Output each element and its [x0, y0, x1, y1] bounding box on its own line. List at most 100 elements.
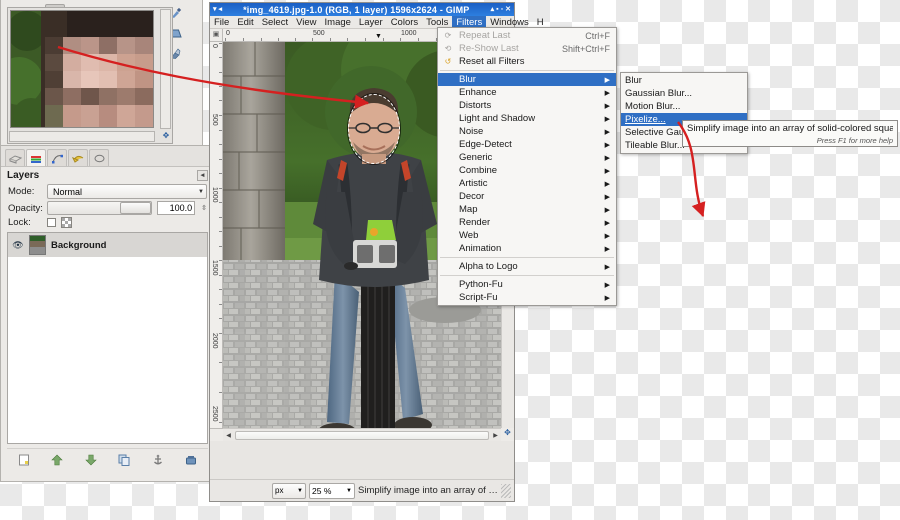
opacity-stepper[interactable]: ⇳ — [201, 204, 207, 212]
image-statusbar: px ▼ 25 % ▼ Simplify image into an array… — [210, 479, 514, 501]
layer-visibility-icon[interactable]: 👁 — [12, 240, 24, 251]
vertical-ruler[interactable]: 0 500 1000 1500 2000 2500 — [210, 42, 223, 428]
hscroll-thumb[interactable] — [235, 430, 489, 440]
anchor-layer-button[interactable] — [148, 451, 167, 468]
minimize-icon[interactable]: ▴ — [491, 6, 495, 13]
vruler-tick-2000: 2000 — [211, 333, 218, 349]
menu-item-decor[interactable]: Decor ▶ — [438, 190, 616, 203]
menu-layer[interactable]: Layer — [355, 16, 387, 28]
opacity-label: Opacity: — [8, 202, 43, 214]
menu-item-gaussian-blur[interactable]: Gaussian Blur... — [621, 87, 747, 100]
restore-icon[interactable]: ▪ — [496, 6, 498, 13]
menu-item-noise[interactable]: Noise ▶ — [438, 125, 616, 138]
submenu-arrow-icon: ▶ — [604, 232, 610, 240]
filters-menu: ⟳ Repeat Last Ctrl+F ⟲ Re-Show Last Shif… — [437, 27, 617, 306]
image-window-titlebar[interactable]: ▾ ◂ *img_4619.jpg-1.0 (RGB, 1 layer) 159… — [210, 3, 514, 16]
window-resize-grip[interactable] — [501, 483, 511, 498]
maximize-icon[interactable]: ▫ — [501, 6, 503, 13]
canvas-horizontal-scrollbar[interactable]: ◀ ▶ — [223, 428, 501, 441]
menu-item-blur[interactable]: Blur ▶ — [438, 73, 616, 86]
vruler-tick-1500: 1500 — [211, 260, 218, 276]
menu-select[interactable]: Select — [258, 16, 292, 28]
lower-layer-button[interactable] — [81, 451, 100, 468]
menu-separator — [440, 257, 614, 258]
lock-pixels-checkbox[interactable] — [47, 218, 56, 227]
submenu-arrow-icon: ▶ — [604, 219, 610, 227]
layer-mode-select[interactable]: Normal ▼ — [47, 184, 207, 199]
chevron-down-icon: ▼ — [346, 487, 352, 494]
menu-view[interactable]: View — [292, 16, 320, 28]
submenu-arrow-icon: ▶ — [604, 141, 610, 149]
lock-alpha-checkbox[interactable] — [61, 217, 72, 228]
menu-item-script-fu[interactable]: Script-Fu ▶ — [438, 291, 616, 304]
preview-vertical-scrollbar[interactable] — [160, 9, 171, 129]
delete-layer-button[interactable] — [182, 451, 201, 468]
selection-tab[interactable] — [89, 149, 109, 166]
raise-layer-button[interactable] — [48, 451, 67, 468]
layers-tab[interactable] — [26, 149, 46, 166]
menu-item-blur[interactable]: Blur — [621, 74, 747, 87]
preview-navigate-icon[interactable]: ✥ — [160, 131, 172, 143]
pixelize-preview-area[interactable]: ✥ — [7, 7, 173, 144]
paths-tab[interactable] — [47, 149, 67, 166]
menu-item-distorts[interactable]: Distorts ▶ — [438, 99, 616, 112]
menu-item-map[interactable]: Map ▶ — [438, 203, 616, 216]
hruler-tick-500: 500 — [313, 30, 325, 37]
dock-menu-button[interactable]: ◂ — [197, 170, 208, 181]
ruler-origin-button[interactable]: ▣ — [210, 29, 223, 42]
unit-value: px — [275, 486, 284, 495]
menu-file[interactable]: File — [210, 16, 233, 28]
menu-item-web[interactable]: Web ▶ — [438, 229, 616, 242]
close-icon[interactable]: ✕ — [505, 6, 511, 13]
layer-lock-row: Lock: — [1, 216, 213, 229]
tooltip-text: Simplify image into an array of solid-co… — [687, 123, 893, 134]
vruler-tick-2500: 2500 — [211, 406, 218, 422]
submenu-arrow-icon: ▶ — [604, 128, 610, 136]
layer-list[interactable]: 👁 Background — [7, 232, 208, 444]
menu-item-animation[interactable]: Animation ▶ — [438, 242, 616, 255]
menu-colors[interactable]: Colors — [387, 16, 422, 28]
menu-item-enhance[interactable]: Enhance ▶ — [438, 86, 616, 99]
menu-item-artistic[interactable]: Artistic ▶ — [438, 177, 616, 190]
menu-item-edge-detect[interactable]: Edge-Detect ▶ — [438, 138, 616, 151]
menu-item-python-fu[interactable]: Python-Fu ▶ — [438, 278, 616, 291]
scroll-left-icon[interactable]: ◀ — [223, 432, 234, 439]
canvas-position-marker: ▼ — [375, 33, 382, 40]
duplicate-layer-button[interactable] — [115, 451, 134, 468]
chevron-down-icon: ▼ — [297, 487, 303, 494]
layer-mode-value: Normal — [53, 186, 83, 197]
submenu-arrow-icon: ▶ — [604, 76, 610, 84]
undo-history-tab[interactable] — [68, 149, 88, 166]
opacity-value[interactable]: 100.0 — [157, 201, 196, 215]
menu-item-repeat-last[interactable]: ⟳ Repeat Last Ctrl+F — [438, 29, 616, 42]
pixelize-preview-image[interactable] — [10, 10, 154, 128]
scroll-right-icon[interactable]: ▶ — [490, 432, 501, 439]
menu-edit[interactable]: Edit — [233, 16, 257, 28]
menu-item-generic[interactable]: Generic ▶ — [438, 151, 616, 164]
brushes-tab[interactable] — [5, 149, 25, 166]
opacity-slider[interactable] — [47, 201, 153, 215]
navigation-preview-button[interactable]: ✥ — [501, 428, 514, 441]
menu-separator — [440, 275, 614, 276]
layer-mode-row: Mode: Normal ▼ — [1, 183, 213, 200]
preview-horizontal-scrollbar[interactable] — [9, 131, 155, 142]
new-layer-button[interactable] — [14, 451, 33, 468]
menu-item-alpha-to-logo[interactable]: Alpha to Logo ▶ — [438, 260, 616, 273]
quick-mask-toggle[interactable] — [210, 428, 223, 441]
menu-item-motion-blur[interactable]: Motion Blur... — [621, 100, 747, 113]
menu-item-reset-all-filters[interactable]: ↺ Reset all Filters — [438, 55, 616, 68]
image-window-menu-icon[interactable]: ▾ ◂ — [213, 6, 222, 13]
menu-item-combine[interactable]: Combine ▶ — [438, 164, 616, 177]
opacity-slider-knob[interactable] — [120, 202, 152, 214]
zoom-select[interactable]: 25 % ▼ — [309, 482, 355, 499]
list-item[interactable]: 👁 Background — [8, 233, 207, 257]
unit-select[interactable]: px ▼ — [272, 482, 306, 499]
menu-image[interactable]: Image — [321, 16, 355, 28]
vruler-tick-1000: 1000 — [211, 187, 218, 203]
menu-item-light-and-shadow[interactable]: Light and Shadow ▶ — [438, 112, 616, 125]
vruler-tick-500: 500 — [211, 114, 218, 126]
submenu-arrow-icon: ▶ — [604, 102, 610, 110]
submenu-arrow-icon: ▶ — [604, 180, 610, 188]
menu-item-render[interactable]: Render ▶ — [438, 216, 616, 229]
menu-item-re-show-last[interactable]: ⟲ Re-Show Last Shift+Ctrl+F — [438, 42, 616, 55]
